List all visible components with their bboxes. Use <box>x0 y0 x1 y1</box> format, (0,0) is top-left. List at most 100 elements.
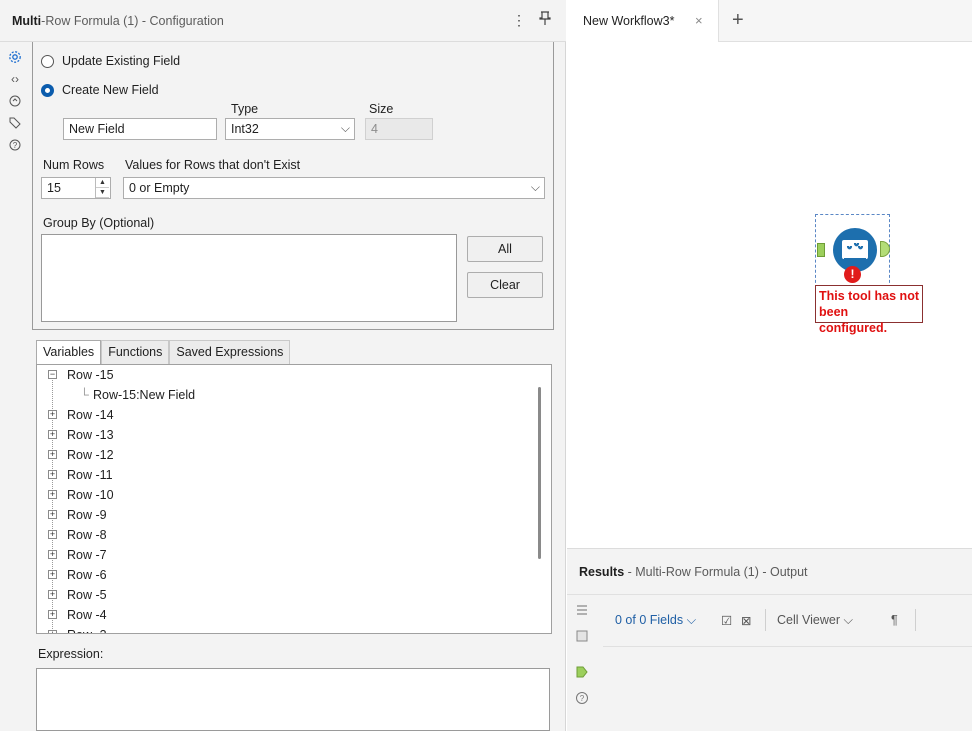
all-button[interactable]: All <box>467 236 543 262</box>
expand-icon[interactable]: + <box>48 510 57 519</box>
close-icon[interactable]: × <box>695 13 703 28</box>
configuration-header: Multi-Row Formula (1) - Configuration ⋮ <box>0 0 566 42</box>
collapse-icon[interactable]: − <box>48 370 57 379</box>
messages-icon[interactable] <box>575 629 589 643</box>
tree-row[interactable]: + Row -11 <box>37 465 337 485</box>
stepper-down-icon[interactable]: ▼ <box>96 188 109 198</box>
radio-circle-selected[interactable] <box>41 83 54 97</box>
list-icon[interactable] <box>575 603 589 617</box>
results-panel: Results - Multi-Row Formula (1) - Output… <box>567 548 972 731</box>
gear-icon[interactable] <box>0 46 30 68</box>
more-vertical-icon[interactable]: ⋮ <box>510 10 528 30</box>
tree-row-label: Row -13 <box>67 428 114 442</box>
input-anchor[interactable] <box>817 243 825 257</box>
expression-label: Expression: <box>38 647 104 661</box>
tree-row[interactable]: + Row -7 <box>37 545 337 565</box>
tab-variables[interactable]: Variables <box>36 340 102 364</box>
tab-saved-expressions[interactable]: Saved Expressions <box>169 340 291 364</box>
output-anchor-icon[interactable] <box>575 665 589 679</box>
cell-viewer-dropdown[interactable]: Cell Viewer ⌵ <box>777 613 853 628</box>
tree-row[interactable]: + Row -8 <box>37 525 337 545</box>
tree-row[interactable]: + Row -14 <box>37 405 337 425</box>
fields-dropdown[interactable]: 0 of 0 Fields ⌵ <box>615 613 696 628</box>
type-value: Int32 <box>231 122 259 136</box>
pin-icon[interactable] <box>536 10 554 30</box>
fields-label: 0 of 0 Fields <box>615 613 684 627</box>
tag-icon[interactable] <box>0 112 30 134</box>
expand-icon[interactable]: + <box>48 550 57 559</box>
expand-icon[interactable]: + <box>48 430 57 439</box>
tree-row-label: Row -3 <box>67 625 107 633</box>
configuration-panel: Multi-Row Formula (1) - Configuration ⋮ … <box>0 0 566 731</box>
tab-functions[interactable]: Functions <box>101 340 170 364</box>
tree-row[interactable]: + Row -9 <box>37 505 337 525</box>
expand-icon[interactable]: + <box>48 630 57 633</box>
tree-row-label: Row -14 <box>67 408 114 422</box>
num-rows-stepper[interactable]: 15 ▲ ▼ <box>41 177 111 199</box>
expand-icon[interactable]: + <box>48 610 57 619</box>
expand-icon[interactable]: + <box>48 490 57 499</box>
new-field-name-input[interactable]: New Field <box>63 118 217 140</box>
uncheck-all-icon[interactable]: ⊠ <box>741 613 751 628</box>
help-icon[interactable]: ? <box>0 134 30 156</box>
update-existing-label: Update Existing Field <box>62 54 181 68</box>
radio-circle[interactable] <box>41 54 54 68</box>
update-existing-radio[interactable]: Update Existing Field <box>41 54 180 68</box>
expand-icon[interactable]: + <box>48 470 57 479</box>
size-label: Size <box>369 102 394 116</box>
results-title: Results - Multi-Row Formula (1) - Output <box>579 565 808 579</box>
tree-row[interactable]: + Row -5 <box>37 585 337 605</box>
expand-icon[interactable]: + <box>48 450 57 459</box>
tree-row[interactable]: + Row -3 <box>37 625 337 633</box>
tree-row-child[interactable]: └ Row-15:New Field <box>37 385 337 405</box>
create-new-label: Create New Field <box>62 83 159 97</box>
stepper-up-icon[interactable]: ▲ <box>96 178 109 188</box>
type-select[interactable]: Int32 ⌵ <box>225 118 355 140</box>
svg-text:?: ? <box>580 694 585 703</box>
add-tab-icon[interactable]: + <box>732 9 744 32</box>
create-new-radio[interactable]: Create New Field <box>41 83 159 97</box>
tree-row-label: Row -12 <box>67 448 114 462</box>
chevron-down-icon: ⌵ <box>843 613 853 627</box>
check-all-icon[interactable]: ☑ <box>721 613 732 628</box>
pilcrow-icon[interactable]: ¶ <box>891 613 898 627</box>
chevron-down-icon: ⌵ <box>340 121 350 135</box>
tree-row[interactable]: + Row -10 <box>37 485 337 505</box>
tree-row-root[interactable]: − Row -15 <box>37 365 337 385</box>
tree-scrollbar[interactable] <box>538 387 541 559</box>
annotation-icon[interactable] <box>0 90 30 112</box>
help-icon[interactable]: ? <box>575 691 589 705</box>
num-rows-label: Num Rows <box>43 158 105 172</box>
stepper-arrows[interactable]: ▲ ▼ <box>95 178 109 198</box>
clear-button[interactable]: Clear <box>467 272 543 298</box>
variables-tree: − Row -15 └ Row-15:New Field + Row -14 + Ro… <box>36 364 552 634</box>
size-input: 4 <box>365 118 433 140</box>
expand-icon[interactable]: + <box>48 570 57 579</box>
error-icon: ! <box>844 266 861 283</box>
results-body: ? 0 of 0 Fields ⌵ ☑ ⊠ Cell Viewer ⌵ ¶ <box>567 594 972 732</box>
expand-icon[interactable]: + <box>48 410 57 419</box>
tree-row[interactable]: + Row -12 <box>37 445 337 465</box>
values-for-rows-select[interactable]: 0 or Empty ⌵ <box>123 177 545 199</box>
workflow-canvas[interactable]: ! This tool has not been configured. <box>567 43 972 548</box>
code-icon[interactable]: ‹› <box>0 68 30 90</box>
group-by-list[interactable] <box>41 234 457 322</box>
tree-row-label: Row -10 <box>67 488 114 502</box>
type-label: Type <box>231 102 259 116</box>
chevron-down-icon: ⌵ <box>686 613 697 627</box>
cell-viewer-label: Cell Viewer <box>777 613 840 627</box>
tree-row[interactable]: + Row -4 <box>37 605 337 625</box>
expression-editor[interactable] <box>36 668 550 731</box>
results-toolbar: 0 of 0 Fields ⌵ ☑ ⊠ Cell Viewer ⌵ ¶ <box>603 595 972 647</box>
tree-row-label: Row -7 <box>67 548 107 562</box>
tab-new-workflow3[interactable]: New Workflow3* × <box>567 0 719 42</box>
tree-child-label: Row-15:New Field <box>93 388 196 402</box>
tree-row-label: Row -4 <box>67 608 107 622</box>
results-side-toolbar: ? <box>567 595 597 733</box>
expand-icon[interactable]: + <box>48 590 57 599</box>
tree-row[interactable]: + Row -6 <box>37 565 337 585</box>
tree-row[interactable]: + Row -13 <box>37 425 337 445</box>
tree-branch-line: └ <box>80 388 89 402</box>
values-for-rows-value: 0 or Empty <box>129 181 190 195</box>
expand-icon[interactable]: + <box>48 530 57 539</box>
